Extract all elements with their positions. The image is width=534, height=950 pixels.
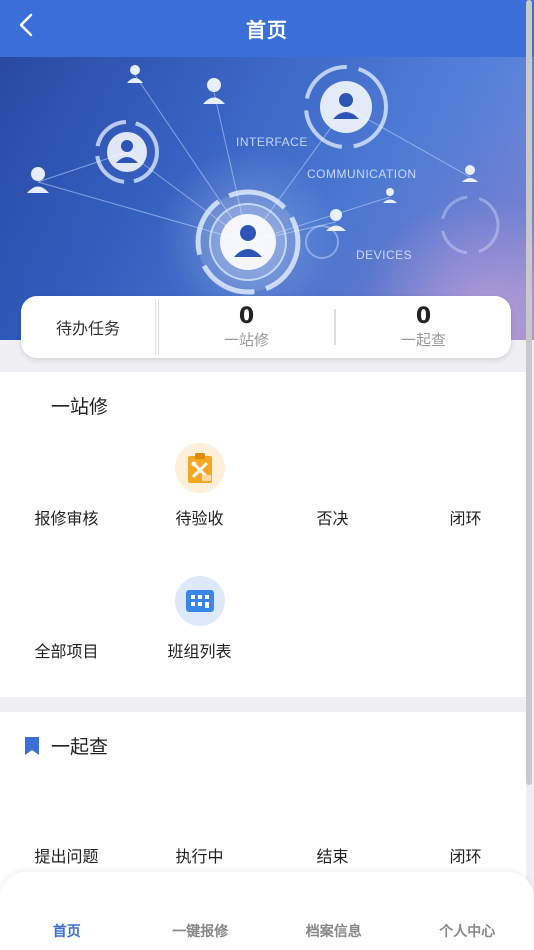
tab-quick-repair[interactable]: 一键报修 [134,872,268,950]
grid-item-rejected[interactable]: 否决 [266,505,399,529]
page-title: 首页 [246,18,288,42]
repair-section: 一站修 报修审核 待验收 否决 闭环 全部项目 班组列表 [0,372,526,697]
pending-tasks-label: 待办任务 [55,319,120,338]
chevron-left-icon [19,13,33,37]
grid-item-label: 闭环 [449,509,482,528]
grid-item-label: 班组列表 [167,642,232,661]
grid-item-label: 待验收 [175,509,224,528]
grid-item-label: 闭环 [449,847,482,866]
tab-home[interactable]: 首页 [0,872,134,950]
pending-tasks-card: 待办任务 0 一站修 0 一起查 [21,296,511,358]
grid-item-label: 否决 [316,509,349,528]
task-stat-value: 0 [415,304,432,329]
check-section-header: 一起查 [24,732,108,759]
section-title: 一站修 [51,396,109,418]
grid-item-raise-issue[interactable]: 提出问题 [0,843,133,867]
grid-item-in-progress[interactable]: 执行中 [133,843,266,867]
bottom-tab-bar: 首页 一键报修 档案信息 个人中心 [0,872,534,950]
grid-item-label: 结束 [316,847,349,866]
clipboard-tools-icon [174,443,225,493]
repair-section-header: 一站修 [51,392,108,419]
task-stat-value: 0 [238,304,255,329]
section-title: 一起查 [51,736,109,758]
task-stat-label: 一站修 [223,331,269,349]
banner-text-communication: COMMUNICATION [307,167,417,181]
tab-archives[interactable]: 档案信息 [267,872,401,950]
team-list-icon [174,576,225,626]
grid-item-closed[interactable]: 闭环 [399,505,532,529]
grid-item-label: 执行中 [175,847,224,866]
top-nav-bar: 首页 [0,0,534,57]
grid-item-label: 全部项目 [34,642,99,661]
task-stat-repair[interactable]: 0 一站修 [159,304,334,350]
back-button[interactable] [14,10,38,40]
banner-text-interface: INTERFACE [236,135,308,149]
grid-item-team-list[interactable]: 班组列表 [133,576,266,662]
grid-item-label: 提出问题 [34,847,99,866]
grid-item-all-projects[interactable]: 全部项目 [0,638,133,662]
task-stat-label: 一起查 [400,331,446,349]
grid-item-repair-review[interactable]: 报修审核 [0,505,133,529]
bookmark-icon [25,736,39,755]
grid-item-pending-acceptance[interactable]: 待验收 [133,443,266,529]
tab-profile[interactable]: 个人中心 [401,872,534,950]
task-stat-check[interactable]: 0 一起查 [336,304,511,350]
grid-item-label: 报修审核 [34,509,99,528]
scrollbar[interactable] [526,0,532,785]
grid-item-finished[interactable]: 结束 [266,843,399,867]
grid-item-closed-loop[interactable]: 闭环 [399,843,532,867]
banner-text-devices: DEVICES [356,248,413,262]
